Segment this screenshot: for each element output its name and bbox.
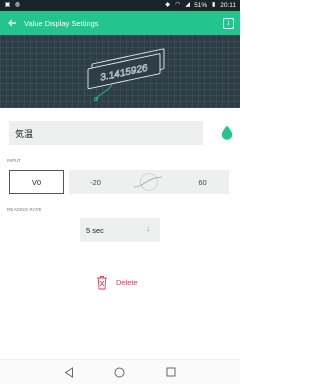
input-section-label: INPUT <box>7 158 21 163</box>
pin-value: V0 <box>31 177 42 187</box>
delete-label: Delete <box>116 277 138 287</box>
widget-preview-illustration: 3.1415926 <box>0 35 240 108</box>
battery-icon: ▮ <box>212 2 216 8</box>
reading-rate-value: 5 sec <box>86 225 104 235</box>
widget-name-value: 気温 <box>15 128 34 139</box>
triangle-back-icon[interactable] <box>63 366 75 378</box>
widget-name-input[interactable]: 気温 <box>9 121 203 145</box>
trash-icon <box>97 275 107 289</box>
square-recent-icon[interactable] <box>165 366 177 378</box>
status-bar: ▣ ◍ ◆ ◠ ◢ 51% ▮ 20:11 <box>0 0 240 11</box>
arrow-down-icon: ↓ <box>146 224 150 233</box>
app-notification-icon: ▣ <box>4 2 11 8</box>
droplet-icon[interactable] <box>221 125 233 140</box>
min-value: -20 <box>90 177 101 187</box>
circle-home-icon[interactable] <box>114 366 126 378</box>
chat-notification-icon: ◍ <box>14 2 21 8</box>
back-arrow-icon[interactable] <box>0 11 24 35</box>
max-value: 60 <box>198 177 207 187</box>
name-row: 気温 <box>9 121 233 145</box>
reading-rate-label: READING RATE <box>7 207 42 212</box>
battery-percent: 51% <box>194 2 208 9</box>
min-value-input[interactable]: -20 <box>69 170 122 194</box>
page-title: Value Display Settings <box>24 18 99 28</box>
app-bar: Value Display Settings i <box>0 11 240 35</box>
value-display-illustration: 3.1415926 <box>87 48 165 102</box>
reading-rate-select[interactable]: 5 sec ↓ <box>80 218 160 242</box>
notification-icon: ◆ <box>165 2 170 8</box>
info-icon[interactable]: i <box>223 17 234 29</box>
pin-select[interactable]: V0 <box>9 170 64 194</box>
wifi-icon: ◠ <box>175 2 181 8</box>
input-row: V0 -20 60 <box>9 170 231 194</box>
system-nav-bar <box>0 359 240 384</box>
signal-icon: ◢ <box>185 2 190 8</box>
max-value-input[interactable]: 60 <box>176 170 229 194</box>
delete-button[interactable]: Delete <box>96 274 138 290</box>
curve-mapping-icon[interactable] <box>122 170 176 194</box>
clock: 20:11 <box>220 2 236 9</box>
